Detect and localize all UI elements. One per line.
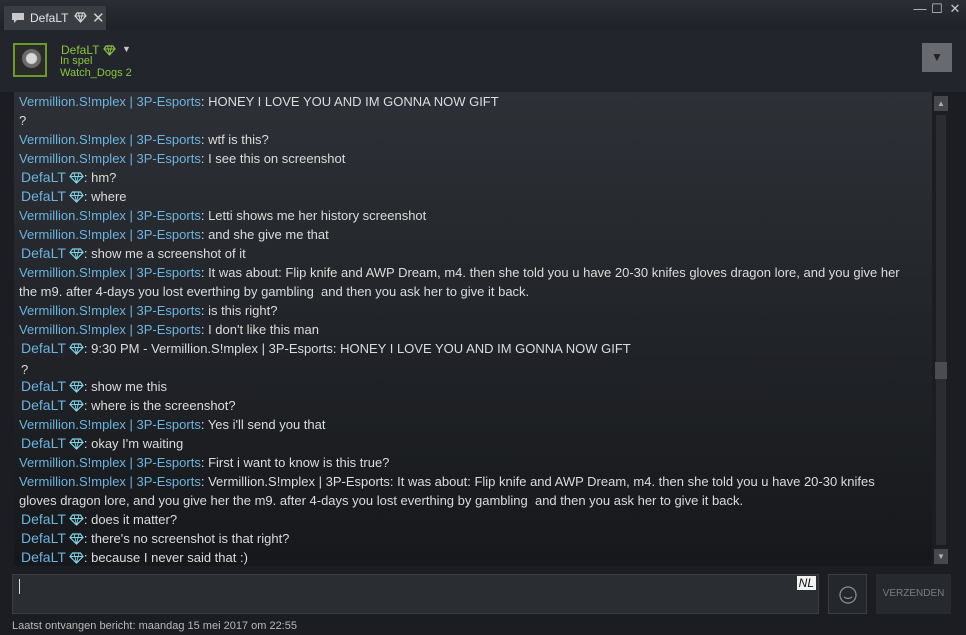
scroll-track[interactable] [936,115,946,545]
message-sender[interactable]: Vermillion.S!mplex | 3P-Esports [19,474,201,489]
chat-log[interactable]: Vermillion.S!mplex | 3P-Esports: HONEY I… [14,92,932,566]
chat-message: Vermillion.S!mplex | 3P-Esports: is this… [19,301,919,320]
diamond-icon [69,550,84,566]
message-text: : where is the screenshot? [83,398,236,413]
message-text: : wtf is this? [200,132,269,147]
message-text: : because I never said that :) [83,550,248,565]
chat-message: Vermillion.S!mplex | 3P-Esports: Vermill… [19,472,919,510]
scroll-up-button[interactable]: ▲ [934,96,948,111]
message-sender[interactable]: Vermillion.S!mplex | 3P-Esports [19,265,201,280]
message-sender[interactable]: DefaLT [21,188,66,204]
chat-message: DefaLT : okay I'm waiting [21,434,921,455]
message-sender[interactable]: DefaLT [21,511,66,527]
message-sender[interactable]: DefaLT [21,169,66,185]
message-text: : okay I'm waiting [83,436,184,451]
friend-game: Watch_Dogs 2 [60,67,132,79]
message-text: : Letti shows me her history screenshot [200,208,427,223]
message-text: : hm? [83,170,117,185]
message-input[interactable]: NL [12,574,819,614]
minimize-button[interactable]: — [912,1,928,16]
options-dropdown-button[interactable]: ▼ [922,43,952,72]
chat-message: Vermillion.S!mplex | 3P-Esports: First i… [19,453,919,472]
message-sender[interactable]: DefaLT [21,397,66,413]
message-text: : is this right? [200,303,278,318]
diamond-icon [69,341,84,360]
message-sender[interactable]: Vermillion.S!mplex | 3P-Esports [19,227,201,242]
message-text: : does it matter? [83,512,178,527]
friend-header: DefaLT ▼ In spel Watch_Dogs 2 ▼ [0,30,966,92]
chat-message: DefaLT : hm? [21,168,921,189]
message-sender[interactable]: DefaLT [21,530,66,546]
message-text: : and she give me that [200,227,329,242]
message-text: : I see this on screenshot [200,151,346,166]
chevron-down-icon[interactable]: ▼ [122,44,131,54]
smiley-icon [839,586,857,604]
message-sender[interactable]: DefaLT [21,549,66,565]
message-sender[interactable]: Vermillion.S!mplex | 3P-Esports [19,94,201,109]
chat-message: Vermillion.S!mplex | 3P-Esports: Yes i'l… [19,415,919,434]
message-sender[interactable]: DefaLT [21,340,66,356]
chat-message: Vermillion.S!mplex | 3P-Esports: I see t… [19,149,919,168]
message-text: : I don't like this man [200,322,319,337]
scroll-down-button[interactable]: ▼ [934,549,948,564]
maximize-button[interactable]: ☐ [929,1,945,17]
chat-bubble-icon [11,12,25,27]
language-badge: NL [796,576,816,590]
message-sender[interactable]: Vermillion.S!mplex | 3P-Esports [19,132,201,147]
text-caret [19,579,20,594]
chat-scrollbar[interactable]: ▲ ▼ [934,96,948,564]
chat-message: Vermillion.S!mplex | 3P-Esports: HONEY I… [19,92,919,130]
avatar[interactable] [13,43,47,77]
chat-message: DefaLT : does it matter? [21,510,921,531]
chat-message: DefaLT: 9:30 PM - Vermillion.S!mplex | 3… [21,339,921,379]
close-button[interactable]: ✕ [947,1,963,17]
last-received-status: Laatst ontvangen bericht: maandag 15 mei… [12,620,297,632]
message-text: : there's no screenshot is that right? [83,531,290,546]
message-sender[interactable]: Vermillion.S!mplex | 3P-Esports [19,455,201,470]
chat-message: DefaLT : where [21,187,921,208]
emoticon-button[interactable] [828,574,867,614]
diamond-icon [74,12,87,26]
chat-message: DefaLT : where is the screenshot? [21,396,921,417]
chat-message: Vermillion.S!mplex | 3P-Esports: I don't… [19,320,919,339]
chat-tab[interactable]: DefaLT ✕ [4,6,106,30]
chat-message: Vermillion.S!mplex | 3P-Esports: wtf is … [19,130,919,149]
message-text: : 9:30 PM - Vermillion.S!mplex | 3P-Espo… [21,341,631,377]
diamond-icon [103,43,116,61]
message-sender[interactable]: Vermillion.S!mplex | 3P-Esports [19,322,201,337]
message-sender[interactable]: Vermillion.S!mplex | 3P-Esports [19,417,201,432]
message-sender[interactable]: DefaLT [21,435,66,451]
title-bar: DefaLT ✕ — ☐ ✕ [0,0,966,30]
chat-message: DefaLT : because I never said that :) [21,548,921,566]
message-text: : where [83,189,127,204]
message-text: : First i want to know is this true? [200,455,390,470]
chat-message: DefaLT : show me a screenshot of it [21,244,921,265]
chat-message: DefaLT : there's no screenshot is that ri… [21,529,921,550]
message-sender[interactable]: DefaLT [21,378,66,394]
chat-message: Vermillion.S!mplex | 3P-Esports: It was … [19,263,919,301]
message-text: : show me a screenshot of it [83,246,246,261]
chat-message: Vermillion.S!mplex | 3P-Esports: Letti s… [19,206,919,225]
message-sender[interactable]: DefaLT [21,245,66,261]
send-button[interactable]: VERZENDEN [876,574,951,614]
tab-title: DefaLT [30,11,69,25]
message-sender[interactable]: Vermillion.S!mplex | 3P-Esports [19,208,201,223]
message-text: : show me this [83,379,167,394]
message-sender[interactable]: Vermillion.S!mplex | 3P-Esports [19,151,201,166]
chat-message: Vermillion.S!mplex | 3P-Esports: and she… [19,225,919,244]
scroll-thumb[interactable] [935,362,947,379]
message-sender[interactable]: Vermillion.S!mplex | 3P-Esports [19,303,201,318]
chat-message: DefaLT : show me this [21,377,921,398]
message-text: : Yes i'll send you that [200,417,326,432]
tab-close-icon[interactable]: ✕ [92,9,105,27]
friend-status: In spel [60,55,93,67]
